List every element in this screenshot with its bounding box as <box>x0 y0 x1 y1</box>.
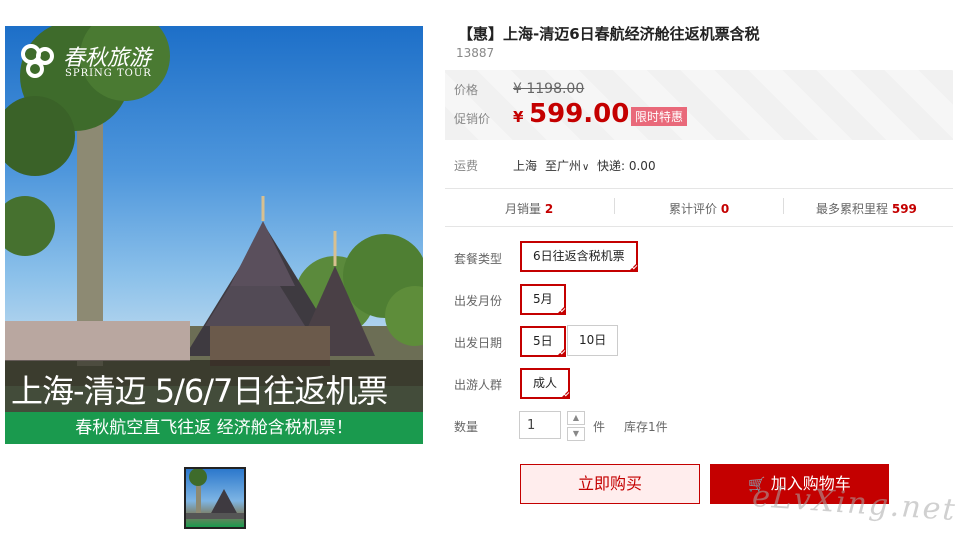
departure-month-label: 出发月份 <box>454 294 503 308</box>
divider <box>445 226 953 227</box>
monthly-sales: 月销量 2 <box>505 200 553 217</box>
chevron-down-icon: ∨ <box>582 162 590 173</box>
month-option-text: 5月 <box>533 292 553 306</box>
chevron-down-icon: ▼ <box>572 429 580 438</box>
date-option-selected[interactable]: 5日 <box>520 326 566 357</box>
quantity-unit: 件 <box>593 420 606 434</box>
max-miles-value: 599 <box>891 202 917 216</box>
quantity-decrease-button[interactable]: ▼ <box>567 427 585 441</box>
quantity-input[interactable]: 1 <box>519 411 561 439</box>
monthly-sales-label: 月销量 <box>505 202 542 216</box>
product-title: 【惠】上海-清迈6日春航经济舱往返机票含税 <box>458 25 760 43</box>
date-option-text: 10日 <box>579 333 607 347</box>
stock-info: 库存1件 <box>624 420 668 434</box>
package-type-label: 套餐类型 <box>454 252 503 266</box>
review-count-label: 累计评价 <box>669 202 718 216</box>
shipping-destination-select[interactable]: 至广州∨ <box>545 157 589 174</box>
original-price-label: 价格 <box>454 83 479 97</box>
checkmark-icon <box>555 347 566 357</box>
date-option[interactable]: 10日 <box>567 325 619 356</box>
product-sku: 13887 <box>456 46 495 60</box>
traveler-option-text: 成人 <box>533 376 558 390</box>
image-subbanner-text: 春秋航空直飞往返 经济舱含税机票！ <box>75 418 353 438</box>
image-banner-text: 上海-清迈 5/6/7日往返机票 <box>11 372 388 410</box>
buy-now-button[interactable]: 立即购买 <box>520 464 700 504</box>
shipping-label: 运费 <box>454 159 479 173</box>
shipping-express-fee: 快递: 0.00 <box>597 159 656 173</box>
divider <box>445 188 953 189</box>
checkmark-icon <box>627 262 638 272</box>
original-price: ¥ 1198.00 <box>513 81 585 97</box>
quantity-increase-button[interactable]: ▲ <box>567 411 585 425</box>
traveler-option-selected[interactable]: 成人 <box>520 368 571 399</box>
divider <box>614 198 615 214</box>
sale-price-value: 599.00 <box>529 99 630 129</box>
shipping-from: 上海 <box>513 159 538 173</box>
date-option-text: 5日 <box>533 334 553 348</box>
package-option-selected[interactable]: 6日往返含税机票 <box>520 241 638 272</box>
review-count[interactable]: 累计评价 0 <box>669 200 729 217</box>
spring-tour-logo-icon <box>21 44 54 78</box>
sale-price-currency: ¥ <box>513 108 524 126</box>
divider <box>783 198 784 214</box>
sale-price-label: 促销价 <box>454 112 491 126</box>
brand-logo-en: SPRING TOUR <box>65 68 152 79</box>
month-option-selected[interactable]: 5月 <box>520 284 566 315</box>
checkmark-icon <box>555 305 566 315</box>
max-miles-label: 最多累积里程 <box>816 202 889 216</box>
product-main-image: 春秋旅游 SPRING TOUR 上海-清迈 5/6/7日往返机票 春秋航空直飞… <box>5 26 423 444</box>
package-option-text: 6日往返含税机票 <box>533 249 625 263</box>
review-count-value: 0 <box>720 202 730 216</box>
chevron-up-icon: ▲ <box>572 413 580 422</box>
max-miles: 最多累积里程 599 <box>816 200 917 217</box>
site-watermark: eLvXing.net <box>751 478 958 529</box>
checkmark-icon <box>560 389 571 399</box>
sale-price: ¥ 599.00 <box>513 99 629 129</box>
promo-tag: 限时特惠 <box>631 107 688 126</box>
shipping-destination-value: 至广州 <box>545 159 582 173</box>
departure-date-label: 出发日期 <box>454 336 503 350</box>
product-thumbnail[interactable] <box>184 467 246 529</box>
monthly-sales-value: 2 <box>544 202 554 216</box>
traveler-type-label: 出游人群 <box>454 378 503 392</box>
quantity-label: 数量 <box>454 420 479 434</box>
thumbnail-image <box>186 469 244 519</box>
